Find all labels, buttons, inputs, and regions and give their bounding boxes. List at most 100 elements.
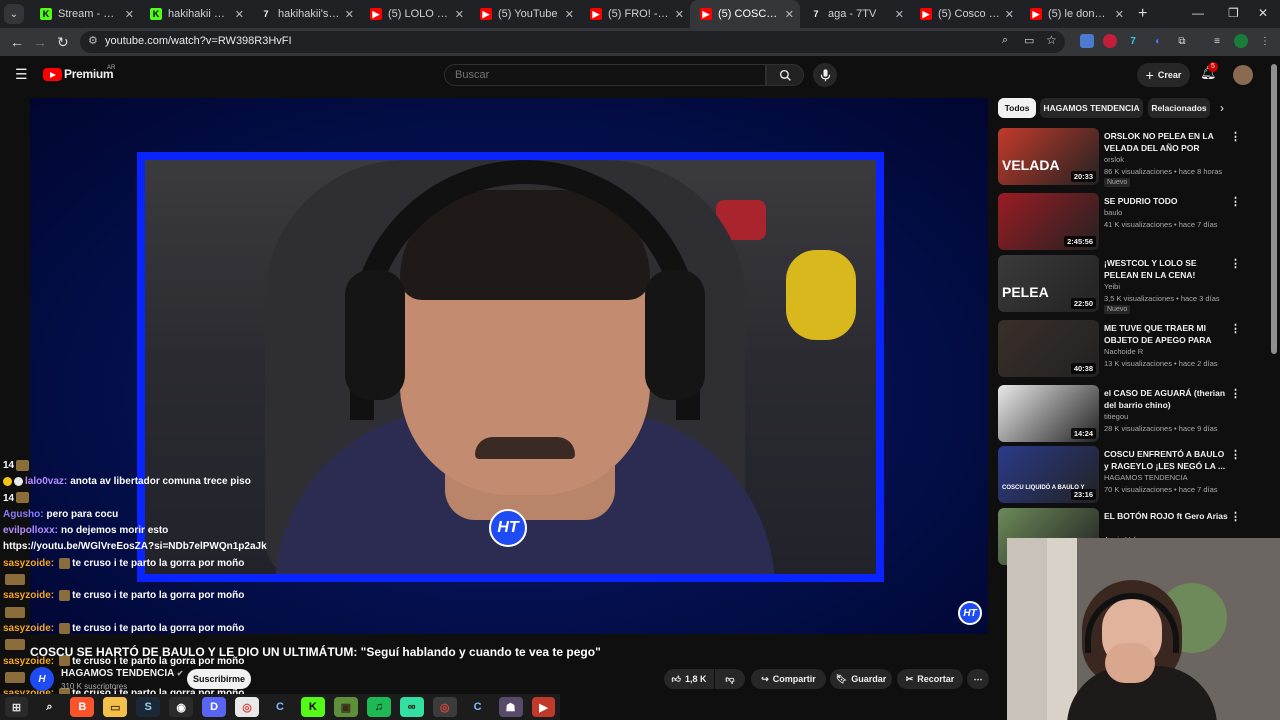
user-avatar[interactable] [1233,65,1253,85]
chat-username[interactable]: sasyzoide: [3,590,54,601]
explorer-icon[interactable]: ▭ [103,697,128,717]
close-tab-icon[interactable]: ✕ [125,8,134,21]
recommended-channel-name[interactable]: Yeibi [1104,282,1120,291]
video-thumbnail[interactable]: COSCU LIQUIDÓ A BAULO Y 23:16 [998,446,1099,503]
recommended-video[interactable]: PELEA 22:50 ¡WESTCOL Y LOLO SE PELEAN EN L… [998,255,1253,314]
like-button[interactable]: 👍︎ 1,8 K [664,669,714,689]
browser-tab[interactable]: ▶ (5) COSCU SE HAR ✕ [690,0,800,28]
more-options-icon[interactable]: ⋮ [1230,448,1241,461]
more-options-icon[interactable]: ⋮ [1230,195,1241,208]
video-thumbnail[interactable]: PELEA 22:50 [998,255,1099,312]
brave-icon[interactable]: B [70,697,95,717]
hamburger-menu-icon[interactable]: ☰ [15,66,28,83]
close-tab-icon[interactable]: ✕ [1115,8,1124,21]
more-options-icon[interactable]: ⋮ [1230,130,1241,143]
create-button[interactable]: + Crear [1137,63,1190,87]
save-button[interactable]: 🔖︎ Guardar [830,669,892,689]
search-icon[interactable]: ⌕ [37,697,61,717]
video-thumbnail[interactable]: VELADA 20:33 [998,128,1099,185]
c-app-icon-2[interactable]: C [466,697,490,717]
maximize-button[interactable]: ❐ [1228,6,1239,20]
browser-tab[interactable]: ▶ (5) Cosco se enoj ✕ [910,0,1020,28]
browser-tab[interactable]: ▶ (5) YouTube ✕ [470,0,580,28]
chat-username[interactable]: sasyzoide: [3,623,54,634]
subscribe-button[interactable]: Suscribirme [187,669,251,689]
channel-avatar[interactable]: H [30,667,54,691]
more-options-icon[interactable]: ⋮ [1230,387,1241,400]
recommended-video-title[interactable]: COSCU ENFRENTÓ A BAULO y RAGEYLO ¡LES NE… [1104,448,1228,472]
c-app-icon[interactable]: C [268,697,292,717]
recommended-video-title[interactable]: EL BOTÓN ROJO ft Gero Arias [1104,510,1228,522]
tab-search-button[interactable]: ⌄ [4,4,24,24]
voice-icon[interactable]: ▶ [531,697,556,717]
chrome-active-icon[interactable]: ◎ [432,697,457,717]
clip-button[interactable]: ✂ Recortar [897,669,963,689]
recommended-video-title[interactable]: ¡WESTCOL Y LOLO SE PELEAN EN LA CENA! [1104,257,1228,281]
chevron-right-icon[interactable]: › [1220,101,1224,115]
channel-name[interactable]: HAGAMOS TENDENCIA ✔ [61,668,183,679]
reading-list-icon[interactable]: ≡ [1210,34,1224,48]
recommended-video[interactable]: COSCU LIQUIDÓ A BAULO Y 23:16 COSCU ENFREN… [998,446,1253,504]
video-thumbnail[interactable]: 40:38 [998,320,1099,377]
channel-name-text[interactable]: HAGAMOS TENDENCIA [61,668,174,679]
search-input[interactable] [445,65,765,85]
chrome-icon[interactable]: ◎ [235,697,259,717]
close-tab-icon[interactable]: ✕ [565,8,574,21]
recommended-channel-name[interactable]: titiegou [1104,412,1128,421]
browser-tab[interactable]: 7 aga - 7TV ✕ [800,0,910,28]
dislike-button[interactable]: 👎︎ [715,669,745,689]
voice-search-button[interactable] [813,63,837,87]
browser-tab[interactable]: ▶ (5) LOLO - HOY E ✕ [360,0,470,28]
obs-icon[interactable]: ◉ [169,697,194,717]
discord-icon[interactable]: D [202,697,227,717]
page-scrollbar[interactable] [1271,64,1277,354]
tripadvisor-icon[interactable]: ∞ [399,697,424,717]
zoom-icon[interactable]: ⌕ [1002,34,1008,47]
extension-1-icon[interactable] [1080,34,1094,48]
start-icon[interactable]: ⊞ [4,697,29,717]
spotify-icon[interactable]: ♫ [366,697,391,717]
game-icon[interactable]: ☗ [498,697,523,717]
recommended-video-title[interactable]: ME TUVE QUE TRAER MI OBJETO DE APEGO PAR… [1104,322,1228,346]
close-tab-icon[interactable]: ✕ [455,8,464,21]
close-tab-icon[interactable]: ✕ [345,8,354,21]
profile-avatar[interactable] [1234,34,1248,48]
site-info-icon[interactable]: ⚙ [88,34,98,47]
more-options-icon[interactable]: ⋮ [1230,257,1241,270]
chip-hagamos-tendencia[interactable]: HAGAMOS TENDENCIA [1040,98,1143,118]
chip-todos[interactable]: Todos [998,98,1036,118]
steam-icon[interactable]: S [136,697,161,717]
recommended-video-title[interactable]: SE PUDRIO TODO [1104,195,1228,207]
recommended-channel-name[interactable]: Nachoide R [1104,347,1143,356]
browser-tab[interactable]: ▶ (5) le dono 3$ a ju ✕ [1020,0,1130,28]
recommended-video[interactable]: VELADA 20:33 ORSLOK NO PELEA EN LA VELADA … [998,128,1253,187]
share-button[interactable]: ↪ Compartir [751,669,826,689]
chip-relacionados[interactable]: Relacionados [1148,98,1210,118]
chat-username[interactable]: evilpolloxx: [3,525,58,536]
channel-watermark-small[interactable]: HT [958,601,982,625]
address-bar[interactable]: ⚙ youtube.com/watch?v=RW398R3HvFI ⌕ ▭ ☆ [80,31,1065,53]
close-tab-icon[interactable]: ✕ [235,8,244,21]
video-thumbnail[interactable]: 2:45:56 [998,193,1099,250]
recommended-channel-name[interactable]: HAGAMOS TENDENCIA [1104,473,1188,482]
search-box[interactable] [444,64,766,86]
bookmark-star-icon[interactable]: ☆ [1046,33,1057,47]
extensions-puzzle-icon[interactable]: ⧉ [1175,34,1189,48]
minecraft-icon[interactable]: ▣ [333,697,358,717]
recommended-channel-name[interactable]: orslok [1104,155,1124,164]
chrome-menu-icon[interactable]: ⋮ [1258,34,1272,48]
kick-app-icon[interactable]: K [300,697,325,717]
recommended-video[interactable]: 2:45:56 SE PUDRIO TODO baulo 41 K visualiza… [998,193,1253,251]
more-options-icon[interactable]: ⋮ [1230,322,1241,335]
browser-tab[interactable]: K Stream - Kick Das ✕ [30,0,140,28]
close-tab-icon[interactable]: ✕ [895,8,904,21]
url-text[interactable]: youtube.com/watch?v=RW398R3HvFI [105,35,292,47]
close-tab-icon[interactable]: ✕ [1005,8,1014,21]
chat-username[interactable]: Agusho: [3,509,44,520]
recommended-channel-name[interactable]: baulo [1104,208,1122,217]
recommended-video-title[interactable]: el CASO DE AGUARÁ (therian del barrio ch… [1104,387,1228,411]
chat-username[interactable]: lalo0vaz: [25,476,67,487]
chat-username[interactable]: sasyzoide: [3,558,54,569]
logo-text[interactable]: Premium [64,67,114,81]
more-options-icon[interactable]: ⋮ [1230,510,1241,523]
